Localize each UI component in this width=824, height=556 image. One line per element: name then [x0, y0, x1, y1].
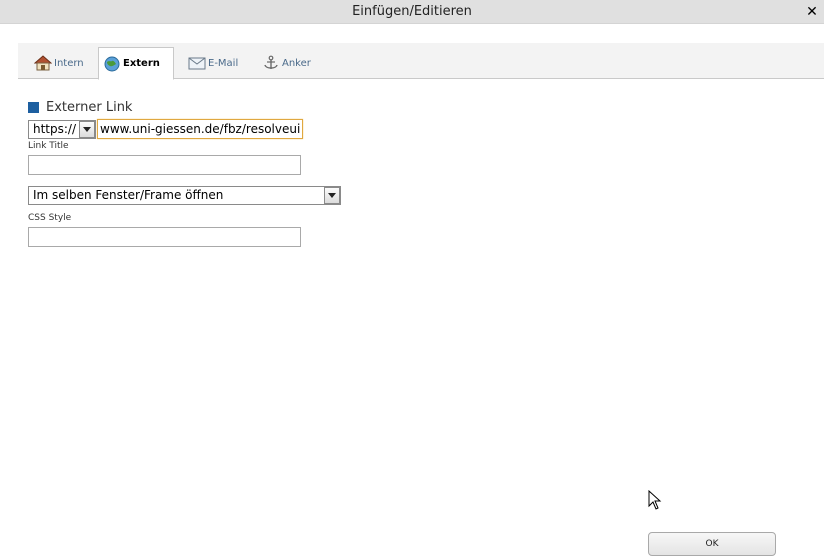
house-icon	[34, 55, 52, 71]
tab-bar: Intern Extern E-Mail Anker	[18, 43, 824, 80]
ok-button[interactable]: OK	[648, 532, 776, 556]
anchor-icon	[264, 55, 278, 69]
tab-anker[interactable]: Anker	[258, 48, 315, 78]
target-dropdown-button[interactable]	[324, 187, 340, 204]
tab-anker-label: Anker	[282, 57, 311, 69]
close-icon[interactable]: ✕	[804, 0, 820, 24]
section-header: Externer Link	[28, 100, 132, 115]
protocol-select-value: https://	[33, 122, 77, 136]
mouse-cursor-icon	[648, 490, 662, 510]
dialog-title: Einfügen/Editieren	[352, 4, 472, 19]
tab-email[interactable]: E-Mail	[184, 48, 242, 78]
tab-email-label: E-Mail	[208, 57, 239, 69]
link-title-label: Link Title	[28, 141, 69, 151]
dialog-titlebar: Einfügen/Editieren ✕	[0, 0, 824, 24]
url-input[interactable]	[97, 119, 303, 139]
target-select-value: Im selben Fenster/Frame öffnen	[33, 188, 224, 202]
tab-extern[interactable]: Extern	[98, 47, 174, 80]
chevron-down-icon	[83, 127, 91, 132]
css-style-input[interactable]	[28, 227, 301, 247]
envelope-icon	[188, 57, 206, 70]
css-style-label: CSS Style	[28, 213, 72, 223]
tab-extern-label: Extern	[123, 58, 160, 69]
target-select[interactable]: Im selben Fenster/Frame öffnen	[28, 186, 341, 205]
protocol-dropdown-button[interactable]	[79, 121, 95, 138]
globe-icon	[104, 56, 120, 71]
link-title-input[interactable]	[28, 155, 301, 175]
tab-intern-label: Intern	[54, 57, 84, 69]
section-title: Externer Link	[46, 100, 133, 115]
chevron-down-icon	[328, 193, 336, 198]
tab-intern[interactable]: Intern	[30, 48, 88, 78]
section-square-icon	[28, 102, 39, 113]
